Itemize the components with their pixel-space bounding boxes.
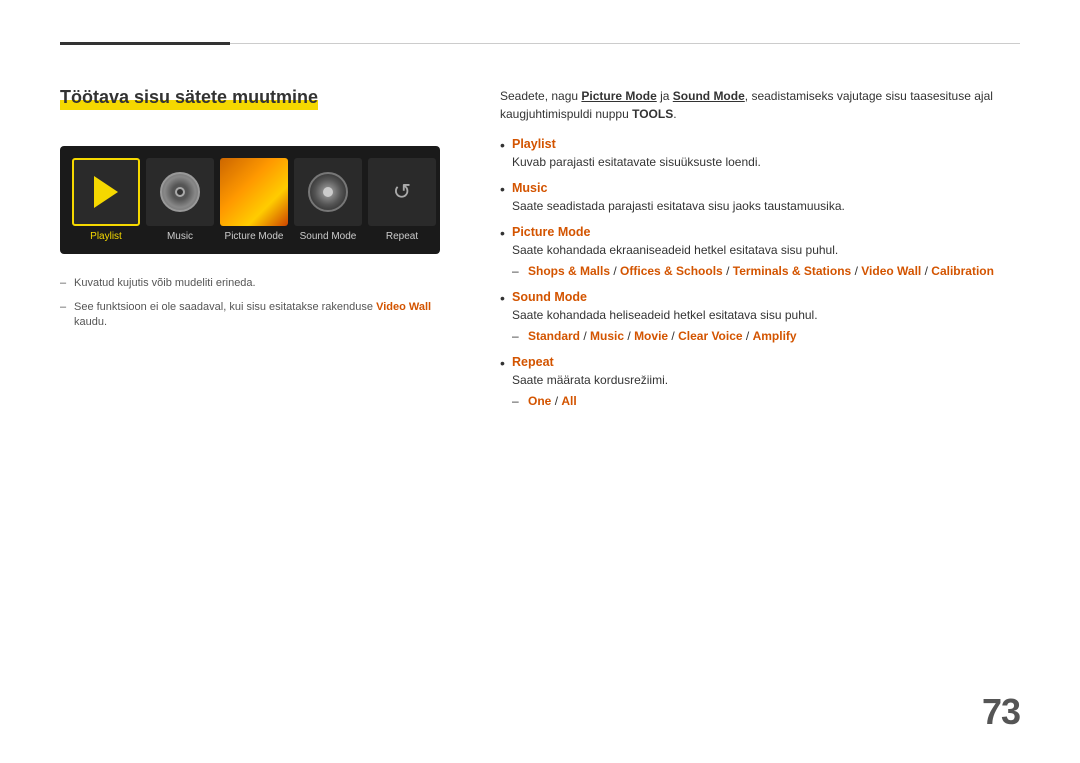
calibration-link: Calibration (931, 264, 994, 278)
sound-mode-sub-item: Standard / Music / Movie / Clear Voice /… (512, 327, 1020, 345)
repeat-label: Repeat (386, 231, 418, 242)
music-label: Music (167, 231, 193, 242)
intro-text: Seadete, nagu Picture Mode ja Sound Mode… (500, 87, 1020, 123)
list-item-repeat: Repeat Saate määrata kordusrežiimi. One … (500, 355, 1020, 410)
intro-before: Seadete, nagu (500, 89, 581, 103)
sound-mode-sub-list: Standard / Music / Movie / Clear Voice /… (512, 327, 1020, 345)
page-title: Töötava sisu sätete muutmine (60, 85, 318, 110)
music-icon-box (146, 158, 214, 226)
list-item-music: Music Saate seadistada parajasti esitata… (500, 181, 1020, 215)
music-sub-link: Music (590, 329, 624, 343)
media-player: Playlist Music (60, 146, 440, 254)
media-item-soundmode: Sound Mode (294, 158, 362, 242)
repeat-icon: ↺ (393, 179, 411, 205)
terminals-stations-link: Terminals & Stations (733, 264, 851, 278)
playlist-icon-box (72, 158, 140, 226)
desc-picture-mode: Saate kohandada ekraaniseadeid hetkel es… (512, 241, 1020, 259)
sound-center (323, 187, 333, 197)
list-item-picture-mode: Picture Mode Saate kohandada ekraanisead… (500, 225, 1020, 280)
picture-mode-sub-list: Shops & Malls / Offices & Schools / Term… (512, 262, 1020, 280)
shops-malls-link: Shops & Malls (528, 264, 610, 278)
term-sound-mode: Sound Mode (512, 290, 1020, 304)
sep2: / (726, 264, 733, 278)
top-line-light (230, 43, 1020, 44)
desc-repeat: Saate määrata kordusrežiimi. (512, 371, 1020, 389)
list-item-sound-mode: Sound Mode Saate kohandada heliseadeid h… (500, 290, 1020, 345)
disc-center (175, 187, 185, 197)
video-wall-sub-link: Video Wall (861, 264, 921, 278)
repeat-sub-item: One / All (512, 392, 1020, 410)
amplify-link: Amplify (753, 329, 797, 343)
picture-mode-ref: Picture Mode (581, 89, 656, 103)
media-items-row: Playlist Music (72, 158, 428, 242)
tools-ref: TOOLS (632, 107, 673, 121)
intro-end: . (673, 107, 676, 121)
desc-playlist: Kuvab parajasti esitatavate sisuüksuste … (512, 153, 1020, 171)
feature-list: Playlist Kuvab parajasti esitatavate sis… (500, 137, 1020, 410)
top-line-dark (60, 42, 230, 45)
repeat-icon-box: ↺ (368, 158, 436, 226)
desc-music: Saate seadistada parajasti esitatava sis… (512, 197, 1020, 215)
term-music: Music (512, 181, 1020, 195)
offices-schools-link: Offices & Schools (620, 264, 723, 278)
note-item-1: Kuvatud kujutis võib mudeliti erineda. (60, 276, 460, 291)
soundmode-label: Sound Mode (300, 231, 357, 242)
list-item-playlist: Playlist Kuvab parajasti esitatavate sis… (500, 137, 1020, 171)
sound-mode-ref: Sound Mode (673, 89, 745, 103)
media-item-playlist: Playlist (72, 158, 140, 242)
top-decorative-lines (60, 42, 1020, 45)
left-column: Töötava sisu sätete muutmine Playlist (60, 85, 460, 420)
picture-mode-sub-item: Shops & Malls / Offices & Schools / Term… (512, 262, 1020, 280)
intro-mid: ja (657, 89, 673, 103)
note-2-text-before: See funktsioon ei ole saadaval, kui sisu… (74, 301, 376, 313)
desc-sound-mode: Saate kohandada heliseadeid hetkel esita… (512, 306, 1020, 324)
term-repeat: Repeat (512, 355, 1020, 369)
note-item-2: See funktsioon ei ole saadaval, kui sisu… (60, 300, 460, 331)
page-container: Töötava sisu sätete muutmine Playlist (0, 0, 1080, 763)
movie-link: Movie (634, 329, 668, 343)
main-content: Töötava sisu sätete muutmine Playlist (60, 85, 1020, 420)
picture-icon-box (220, 158, 288, 226)
player-notes: Kuvatud kujutis võib mudeliti erineda. S… (60, 276, 460, 330)
note-2-text-after: kaudu. (74, 316, 107, 328)
play-icon (94, 176, 118, 208)
picture-label: Picture Mode (225, 231, 284, 242)
note-1-text: Kuvatud kujutis võib mudeliti erineda. (74, 277, 256, 289)
disc-icon (160, 172, 200, 212)
sound-icon (308, 172, 348, 212)
soundmode-icon-box (294, 158, 362, 226)
all-link: All (561, 394, 576, 408)
clear-voice-link: Clear Voice (678, 329, 742, 343)
sep-s4: / (746, 329, 753, 343)
term-picture-mode: Picture Mode (512, 225, 1020, 239)
one-link: One (528, 394, 551, 408)
media-item-music: Music (146, 158, 214, 242)
standard-link: Standard (528, 329, 580, 343)
page-number: 73 (982, 691, 1020, 733)
repeat-sub-list: One / All (512, 392, 1020, 410)
playlist-label: Playlist (90, 231, 122, 242)
term-playlist: Playlist (512, 137, 1020, 151)
media-item-repeat: ↺ Repeat (368, 158, 436, 242)
right-column: Seadete, nagu Picture Mode ja Sound Mode… (500, 85, 1020, 420)
video-wall-link: Video Wall (376, 301, 431, 313)
media-item-picture: Picture Mode (220, 158, 288, 242)
